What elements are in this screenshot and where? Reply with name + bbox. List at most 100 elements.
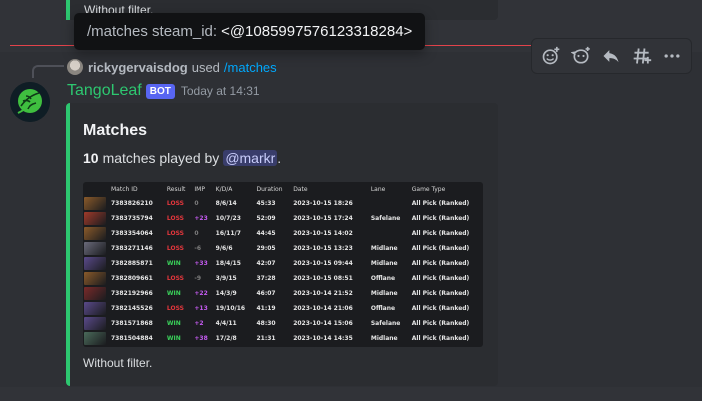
- cell-imp: +33: [194, 260, 208, 267]
- super-reaction-button[interactable]: [567, 42, 595, 70]
- cell-date: 2023-10-14 14:35: [293, 335, 353, 342]
- cell-date: 2023-10-15 17:24: [293, 215, 353, 222]
- cell-imp: 0: [194, 200, 199, 207]
- cell-date: 2023-10-15 18:26: [293, 200, 353, 207]
- cell-lane: [367, 196, 408, 211]
- embed-description: 10 matches played by @markr .: [83, 150, 281, 166]
- cell-kda: 9/6/6: [215, 245, 233, 252]
- cell-imp: -9: [194, 275, 202, 282]
- cell-game-type: All Pick (Ranked): [411, 245, 470, 252]
- leaf-avatar-icon: [10, 82, 50, 122]
- avatar[interactable]: [10, 82, 50, 122]
- add-reaction-button[interactable]: [537, 42, 565, 70]
- hero-cell: [83, 316, 107, 331]
- cell-game-type: All Pick (Ranked): [411, 260, 470, 267]
- author-name[interactable]: TangoLeaf: [67, 82, 142, 100]
- cell-result: WIN: [166, 335, 181, 342]
- cell-date: 2023-10-15 14:02: [293, 230, 353, 237]
- cell-imp: +23: [194, 215, 208, 222]
- cell-match-id: 7382145526: [111, 305, 153, 312]
- cell-match-id: 7383735794: [111, 215, 153, 222]
- create-thread-icon: [633, 48, 651, 64]
- cell-kda: 8/6/14: [215, 200, 237, 207]
- hero-cell: [83, 301, 107, 316]
- reply-button[interactable]: [597, 42, 625, 70]
- cell-lane: Midlane: [370, 260, 398, 267]
- hero-portrait: [84, 272, 106, 285]
- cell-duration: 46:07: [256, 290, 276, 297]
- cell-result: LOSS: [166, 200, 184, 207]
- cell-game-type: All Pick (Ranked): [411, 290, 470, 297]
- cell-kda: 17/2/8: [215, 335, 237, 342]
- hero-cell: [83, 226, 107, 241]
- cell-imp: 0: [194, 230, 199, 237]
- cell-duration: 29:05: [256, 245, 276, 252]
- reply-reference[interactable]: rickygervaisdog used /matches: [67, 59, 277, 75]
- matches-table: Match ID Result IMP K/D/A Duration Date Lane Ga…: [83, 182, 483, 346]
- cell-match-id: 7381504884: [111, 335, 153, 342]
- cell-date: 2023-10-14 21:06: [293, 305, 353, 312]
- cell-lane: Offlane: [370, 275, 396, 282]
- cell-date: 2023-10-15 08:51: [293, 275, 353, 282]
- cell-result: WIN: [166, 260, 181, 267]
- cell-duration: 21:31: [256, 335, 276, 342]
- chat-bottom: [0, 387, 702, 401]
- table-row: 7383735794 LOSS +23 10/7/23 52:09 2023-10-15 …: [83, 211, 483, 226]
- matches-embed: Matches 10 matches played by @markr . Ma…: [66, 103, 498, 386]
- cell-imp: +2: [194, 320, 204, 327]
- matches-table-image[interactable]: Match ID Result IMP K/D/A Duration Date Lane Ga…: [83, 182, 483, 347]
- cell-lane: Offlane: [370, 305, 396, 312]
- column-header: Date: [293, 185, 308, 193]
- cell-duration: 44:45: [256, 230, 276, 237]
- hero-portrait: [84, 227, 106, 240]
- column-header: Lane: [370, 185, 386, 193]
- cell-lane: Midlane: [370, 245, 398, 252]
- more-button[interactable]: [658, 42, 686, 70]
- reply-username[interactable]: rickygervaisdog: [88, 60, 188, 75]
- cell-duration: 42:07: [256, 260, 276, 267]
- reply-icon: [603, 50, 619, 63]
- column-header: Result: [166, 185, 186, 193]
- timestamp[interactable]: Today at 14:31: [181, 84, 260, 98]
- cell-kda: 10/7/23: [215, 215, 241, 222]
- cell-kda: 14/3/9: [215, 290, 237, 297]
- hero-portrait: [84, 332, 106, 345]
- super-reaction-icon: [571, 46, 591, 64]
- column-header: Duration: [256, 185, 283, 193]
- hero-cell: [83, 196, 107, 211]
- hero-cell: [83, 286, 107, 301]
- table-row: 7383354064 LOSS 0 16/11/7 44:45 2023-10-15 14…: [83, 226, 483, 241]
- reply-avatar[interactable]: [67, 59, 83, 75]
- user-mention[interactable]: @markr: [223, 150, 278, 166]
- cell-date: 2023-10-14 21:52: [293, 290, 353, 297]
- cell-game-type: All Pick (Ranked): [411, 200, 470, 207]
- cell-game-type: All Pick (Ranked): [411, 275, 470, 282]
- message-toolbar: [531, 38, 692, 74]
- hero-cell: [83, 211, 107, 226]
- cell-kda: 3/9/15: [215, 275, 237, 282]
- embed-title: Matches: [83, 122, 148, 139]
- cell-result: LOSS: [166, 215, 184, 222]
- create-thread-button[interactable]: [628, 42, 656, 70]
- cell-result: LOSS: [166, 245, 184, 252]
- table-row: 7382145526 LOSS +13 19/10/16 41:19 2023-10-14…: [83, 301, 483, 316]
- table-row: 7383271146 LOSS -6 9/6/6 29:05 2023-10-15 13:…: [83, 241, 483, 256]
- cell-result: LOSS: [166, 275, 184, 282]
- cell-date: 2023-10-14 15:06: [293, 320, 353, 327]
- cell-result: LOSS: [166, 305, 184, 312]
- cell-kda: 4/4/11: [215, 320, 237, 327]
- table-row: 7381571868 WIN +2 4/4/11 48:30 2023-10-14 15:…: [83, 316, 483, 331]
- cell-match-id: 7382809661: [111, 275, 153, 282]
- cell-result: WIN: [166, 290, 181, 297]
- table-row: 7381504884 WIN +38 17/2/8 21:31 2023-10-14 14…: [83, 331, 483, 346]
- table-row: 7382192966 WIN +22 14/3/9 46:07 2023-10-14 21…: [83, 286, 483, 301]
- column-header: Match ID: [111, 185, 138, 193]
- cell-duration: 48:30: [256, 320, 276, 327]
- cell-imp: -6: [194, 245, 202, 252]
- cell-imp: +22: [194, 290, 208, 297]
- match-count: 10: [83, 150, 99, 166]
- cell-result: LOSS: [166, 230, 184, 237]
- table-header-row: Match ID Result IMP K/D/A Duration Date Lane Ga…: [83, 182, 483, 196]
- reply-command[interactable]: /matches: [224, 60, 277, 75]
- add-reaction-icon: [542, 46, 560, 65]
